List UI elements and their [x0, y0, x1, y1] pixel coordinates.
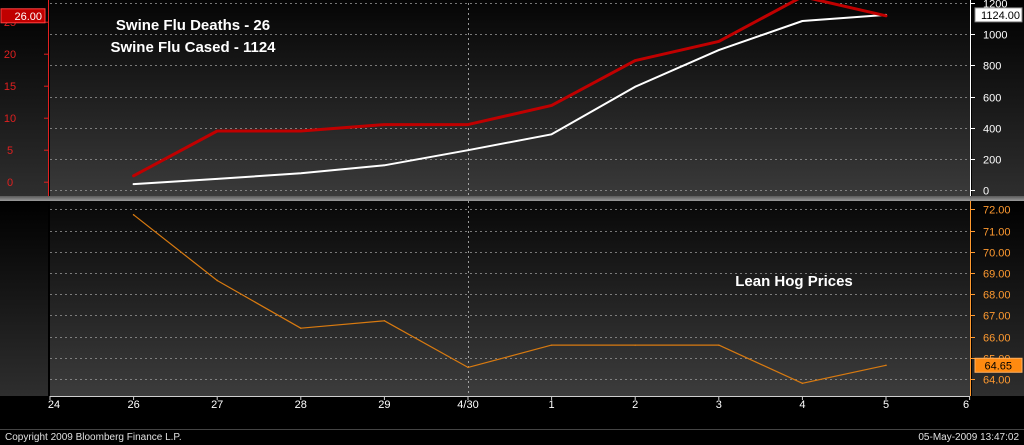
hog-axis-tick-label: 69.00	[983, 269, 1011, 281]
series-swine-flu-cased-point	[467, 149, 469, 151]
x-axis-tick-label: 5	[883, 399, 889, 411]
x-axis-tick-label: 28	[295, 399, 307, 411]
timestamp-text: 05-May-2009 13:47:02	[918, 432, 1019, 443]
series-lean-hog-prices-point	[634, 344, 636, 346]
series-swine-flu-cased-point	[132, 183, 135, 185]
series-lean-hog-prices-point	[550, 344, 553, 346]
cases-last-value-tag: 1124.00	[974, 7, 1023, 23]
copyright-text: Copyright 2009 Bloomberg Finance L.P.	[5, 432, 182, 443]
right-axis-tick-label: 600	[983, 93, 1001, 105]
x-axis-tick-label: 2	[632, 399, 638, 411]
series-lean-hog-prices-point	[801, 382, 804, 385]
right-axis-tick-label: 200	[983, 155, 1001, 167]
bloomberg-chart: 020040060080010001200051015202564.0065.0…	[0, 0, 1024, 445]
series-swine-flu-deaths-point	[132, 175, 135, 177]
series-swine-flu-cased-point	[383, 164, 386, 167]
hog-annotation: Lean Hog Prices	[735, 273, 853, 290]
left-axis-tick-label: 5	[7, 145, 13, 157]
left-axis-tick-label: 20	[4, 49, 16, 61]
series-lean-hog-prices-point	[300, 327, 302, 329]
right-axis-tick-label: 800	[983, 61, 1001, 73]
x-axis-tick-label: 1	[549, 399, 555, 411]
hog-axis-tick-label: 70.00	[983, 248, 1011, 260]
deaths-last-value-tag: 26.00	[0, 8, 46, 24]
deaths-annotation: Swine Flu Deaths - 26	[116, 17, 270, 34]
x-axis-tick-label: 26	[127, 399, 139, 411]
x-axis-tick-label: 3	[716, 399, 722, 411]
chart-frame	[0, 0, 1024, 445]
hog-last-value-tag-text: 64.65	[984, 360, 1012, 372]
series-swine-flu-deaths-point	[216, 130, 218, 132]
series-swine-flu-deaths-point	[885, 15, 887, 17]
hog-last-value-tag: 64.65	[974, 357, 1023, 373]
left-axis-tick-label: 15	[4, 81, 16, 93]
series-swine-flu-cased-point	[801, 20, 804, 22]
x-axis-tick-label: 27	[211, 399, 223, 411]
series-lean-hog-prices-point	[718, 344, 720, 346]
series-swine-flu-deaths-point	[383, 123, 386, 126]
left-axis-tick-label: 0	[7, 177, 13, 189]
series-swine-flu-deaths-point	[718, 40, 720, 43]
series-swine-flu-cased-point	[216, 178, 218, 180]
series-swine-flu-deaths-point	[634, 59, 636, 62]
x-axis-tick-label: 4	[799, 399, 805, 411]
x-axis-tick-label: 6	[963, 399, 969, 411]
deaths-last-value-tag-text: 26.00	[14, 11, 42, 23]
cases-last-value-tag-text: 1124.00	[981, 10, 1020, 22]
x-axis-tick-label: 4/30	[457, 399, 478, 411]
hog-axis-tick-label: 72.00	[983, 205, 1011, 217]
x-axis-tick-label: 24	[48, 399, 60, 411]
series-swine-flu-cased-point	[718, 49, 720, 51]
series-swine-flu-deaths-point	[550, 104, 553, 107]
series-swine-flu-deaths-point	[300, 130, 302, 132]
left-axis-tick-label: 10	[4, 113, 16, 125]
hog-axis-tick-label: 67.00	[983, 311, 1011, 323]
series-swine-flu-cased-point	[550, 133, 553, 136]
right-axis-tick-label: 0	[983, 186, 989, 198]
series-swine-flu-cased-point	[300, 172, 302, 175]
hog-axis-tick-label: 71.00	[983, 227, 1011, 239]
series-lean-hog-prices-point	[383, 319, 386, 322]
hog-axis-tick-label: 68.00	[983, 290, 1011, 302]
cases-annotation: Swine Flu Cased - 1124	[110, 39, 276, 56]
series-swine-flu-cased-point	[634, 85, 636, 88]
series-swine-flu-deaths-point	[467, 123, 469, 126]
right-axis-tick-label: 400	[983, 124, 1001, 136]
series-lean-hog-prices-point	[132, 213, 135, 216]
series-lean-hog-prices-point	[216, 279, 218, 282]
series-lean-hog-prices-point	[885, 364, 887, 367]
series-lean-hog-prices-point	[467, 366, 469, 369]
hog-axis-tick-label: 66.00	[983, 333, 1011, 345]
right-axis-tick-label: 1000	[983, 30, 1007, 42]
hog-axis-tick-label: 64.00	[983, 375, 1011, 387]
x-axis-tick-label: 29	[378, 399, 390, 411]
